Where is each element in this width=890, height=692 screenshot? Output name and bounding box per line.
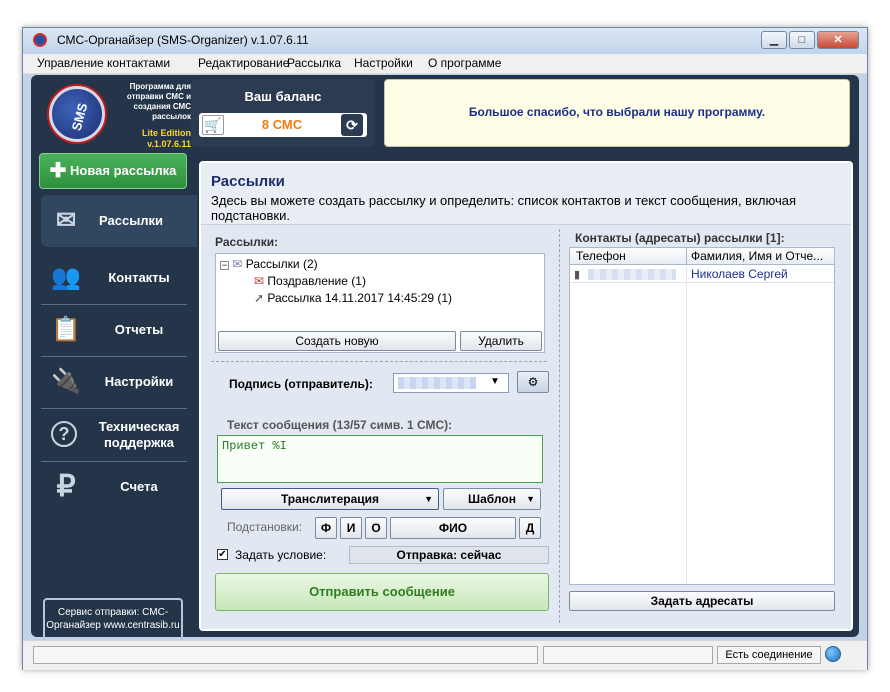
mail-icon: ✉ bbox=[254, 274, 265, 288]
sidebar-item-contacts[interactable]: 👥 Контакты bbox=[41, 252, 187, 304]
page-description: Здесь вы можете создать рассылку и опред… bbox=[211, 193, 797, 223]
balance-box: 🛒 8 СМС ⟳ bbox=[199, 113, 367, 137]
app-icon bbox=[33, 33, 47, 47]
main-area: SMS Программа для отправки СМС и создани… bbox=[31, 75, 859, 652]
substitutions-label: Подстановки: bbox=[227, 520, 303, 534]
grid-line bbox=[686, 266, 687, 584]
new-mailing-button[interactable]: ✚ Новая рассылка bbox=[39, 153, 187, 189]
mailings-tree[interactable]: − ✉ Рассылки (2) ✉ Поздравление (1) ➚ Ра… bbox=[215, 253, 545, 353]
balance-title: Ваш баланс bbox=[244, 89, 322, 104]
tree-root[interactable]: − ✉ Рассылки (2) bbox=[220, 257, 318, 271]
sender-value-redacted bbox=[398, 377, 476, 389]
vertical-divider bbox=[559, 229, 560, 623]
app-window: СМС-Органайзер (SMS-Organizer) v.1.07.6.… bbox=[22, 27, 868, 670]
envelope-icon: ✉ bbox=[55, 207, 77, 234]
subst-fio-button[interactable]: ФИО bbox=[390, 517, 516, 539]
collapse-icon[interactable]: − bbox=[220, 261, 229, 270]
create-new-button[interactable]: Создать новую bbox=[218, 331, 456, 351]
menu-mailing[interactable]: Рассылка bbox=[287, 56, 341, 70]
phone-value-redacted bbox=[588, 269, 676, 280]
logo-panel: SMS Программа для отправки СМС и создани… bbox=[41, 80, 191, 152]
status-pane bbox=[543, 646, 713, 664]
table-row[interactable]: ▮ Николаев Сергей bbox=[570, 266, 834, 283]
edition-label: Lite Edition v.1.07.6.11 bbox=[142, 128, 191, 149]
mailings-label: Рассылки: bbox=[215, 235, 279, 249]
page-title: Рассылки bbox=[211, 173, 285, 190]
status-bar: Есть соединение bbox=[23, 640, 867, 670]
sidebar-item-support[interactable]: ? Техническая поддержка bbox=[41, 409, 187, 461]
balance-value: 8 СМС bbox=[261, 117, 303, 132]
contacts-label: Контакты (адресаты) рассылки [1]: bbox=[575, 231, 785, 245]
send-status: Отправка: сейчас bbox=[349, 546, 549, 564]
title-bar[interactable]: СМС-Органайзер (SMS-Organizer) v.1.07.6.… bbox=[23, 28, 867, 54]
delete-button[interactable]: Удалить bbox=[460, 331, 542, 351]
tree-item[interactable]: ➚ Рассылка 14.11.2017 14:45:29 (1) bbox=[254, 291, 452, 305]
message-label: Текст сообщения (13/57 симв. 1 СМС): bbox=[227, 418, 453, 432]
chevron-down-icon: ▼ bbox=[526, 494, 535, 504]
subst-o-button[interactable]: О bbox=[365, 517, 387, 539]
close-button[interactable]: ✕ bbox=[817, 31, 859, 49]
subst-d-button[interactable]: Д bbox=[519, 517, 541, 539]
logo-description: Программа для отправки СМС и создания СМ… bbox=[126, 82, 191, 121]
cursor-icon: ➚ bbox=[254, 291, 265, 305]
minimize-button[interactable]: ▁ bbox=[761, 31, 787, 49]
column-name[interactable]: Фамилия, Имя и Отче... bbox=[691, 249, 823, 263]
sidebar-item-mailings[interactable]: ✉ Рассылки bbox=[41, 195, 197, 247]
menu-bar: Управление контактами Редактирование Рас… bbox=[23, 54, 867, 74]
template-select[interactable]: Шаблон ▼ bbox=[443, 488, 541, 510]
globe-icon bbox=[825, 646, 841, 662]
sidebar-item-invoices[interactable]: ₽ Счета bbox=[41, 461, 187, 513]
question-icon: ? bbox=[51, 421, 77, 447]
maximize-button[interactable]: □ bbox=[789, 31, 815, 49]
signature-label: Подпись (отправитель): bbox=[229, 377, 373, 391]
refresh-icon[interactable]: ⟳ bbox=[341, 114, 363, 136]
chevron-down-icon: ▼ bbox=[490, 376, 500, 387]
balance-panel: Ваш баланс 🛒 8 СМС ⟳ bbox=[191, 79, 375, 147]
send-message-button[interactable]: Отправить сообщение bbox=[215, 573, 549, 611]
ruble-icon: ₽ bbox=[56, 470, 76, 503]
envelope-icon: ✉ bbox=[232, 257, 243, 271]
column-divider[interactable] bbox=[686, 248, 687, 265]
sidebar-item-reports[interactable]: 📋 Отчеты bbox=[41, 304, 187, 356]
clipboard-icon: 📋 bbox=[51, 316, 81, 343]
set-recipients-button[interactable]: Задать адресаты bbox=[569, 591, 835, 611]
status-pane bbox=[33, 646, 538, 664]
divider bbox=[211, 361, 547, 362]
menu-edit[interactable]: Редактирование bbox=[198, 56, 289, 70]
content-header: Рассылки Здесь вы можете создать рассылк… bbox=[201, 163, 851, 225]
condition-checkbox[interactable]: ✔ bbox=[217, 549, 228, 560]
column-phone[interactable]: Телефон bbox=[576, 249, 626, 263]
chevron-down-icon: ▼ bbox=[424, 494, 433, 504]
condition-label: Задать условие: bbox=[235, 548, 327, 562]
tree-item[interactable]: ✉ Поздравление (1) bbox=[254, 274, 366, 288]
gear-icon[interactable]: ⚙ bbox=[517, 371, 549, 393]
transliteration-select[interactable]: Транслитерация ▼ bbox=[221, 488, 439, 510]
sms-logo: SMS bbox=[49, 86, 105, 142]
sender-select[interactable]: ▼ bbox=[393, 373, 509, 393]
sidebar-item-settings[interactable]: 🔌 Настройки bbox=[41, 356, 187, 408]
window-title: СМС-Органайзер (SMS-Organizer) v.1.07.6.… bbox=[57, 33, 309, 47]
people-icon: 👥 bbox=[51, 264, 81, 291]
message-textarea[interactable]: Привет %I bbox=[217, 435, 543, 483]
connection-status: Есть соединение bbox=[717, 646, 821, 664]
menu-about[interactable]: О программе bbox=[428, 56, 501, 70]
subst-i-button[interactable]: И bbox=[340, 517, 362, 539]
menu-settings[interactable]: Настройки bbox=[354, 56, 413, 70]
table-header: Телефон Фамилия, Имя и Отче... bbox=[570, 248, 834, 265]
cart-icon[interactable]: 🛒 bbox=[202, 115, 224, 135]
sidebar: ✚ Новая рассылка ✉ Рассылки 👥 Контакты 📋… bbox=[31, 153, 197, 652]
menu-contacts[interactable]: Управление контактами bbox=[37, 56, 170, 70]
info-banner: Большое спасибо, что выбрали нашу програ… bbox=[384, 79, 850, 147]
plug-icon: 🔌 bbox=[51, 368, 81, 395]
phone-icon: ▮ bbox=[574, 269, 581, 281]
plus-icon: ✚ bbox=[49, 160, 67, 182]
contact-name: Николаев Сергей bbox=[691, 267, 788, 281]
subst-f-button[interactable]: Ф bbox=[315, 517, 337, 539]
content-panel: Рассылки Здесь вы можете создать рассылк… bbox=[199, 161, 853, 631]
contacts-table[interactable]: Телефон Фамилия, Имя и Отче... ▮ Николае… bbox=[569, 247, 835, 585]
